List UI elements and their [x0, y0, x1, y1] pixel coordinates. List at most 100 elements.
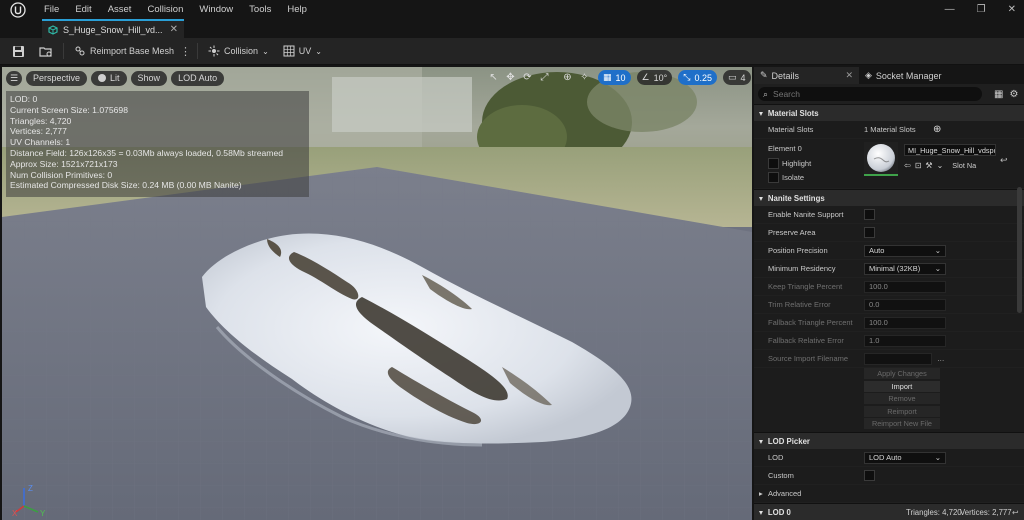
viewport-menu-button[interactable]: ☰ — [6, 70, 22, 86]
lod-dropdown[interactable]: LOD Auto ⌄ — [864, 451, 946, 464]
fallback-error-row: Fallback Relative Error 1.0 — [754, 332, 1024, 350]
menu-edit[interactable]: Edit — [75, 4, 91, 15]
surface-snap-icon[interactable]: ✧ — [577, 70, 592, 85]
chevron-down-icon: ▾ — [759, 507, 763, 517]
section-material-slots-label: Material Slots — [767, 108, 819, 118]
save-button[interactable] — [8, 38, 29, 65]
close-tab-icon[interactable]: ✕ — [170, 24, 178, 35]
material-slots-count: 1 Material Slots — [864, 125, 916, 134]
reset-icon[interactable]: ↩ — [1012, 508, 1019, 517]
apply-changes-button[interactable]: Apply Changes — [864, 368, 940, 379]
trim-error-field[interactable]: 0.0 — [864, 298, 946, 311]
reimport-base-mesh-button[interactable]: Reimport Base Mesh — [70, 38, 178, 65]
use-selected-icon[interactable]: ⇦ — [904, 161, 911, 170]
mesh-viewport[interactable]: ☰ Perspective Lit Show LOD Auto ↖ ✥ ⟳ ⤢ … — [2, 67, 752, 520]
reimport-button[interactable]: Reimport — [864, 405, 940, 417]
chevron-down-icon: ▾ — [759, 436, 763, 446]
details-scrollbar[interactable] — [1017, 187, 1022, 313]
more-options-icon[interactable]: ⋮ — [180, 45, 191, 58]
tab-static-mesh[interactable]: S_Huge_Snow_Hill_vd... ✕ — [42, 19, 184, 38]
menu-help[interactable]: Help — [287, 4, 307, 15]
scale-icon[interactable]: ⤢ — [537, 70, 552, 85]
tab-socket-manager[interactable]: ◈ Socket Manager — [859, 67, 947, 84]
grid-snap-toggle[interactable]: ▦ 10 — [598, 70, 631, 85]
keep-triangle-label: Keep Triangle Percent — [768, 282, 843, 291]
unreal-logo-icon[interactable] — [6, 0, 30, 19]
perspective-button[interactable]: Perspective — [26, 70, 88, 86]
slot-name-field[interactable]: Slot Na — [952, 161, 976, 170]
search-input[interactable] — [773, 89, 964, 99]
minimize-icon[interactable]: — — [945, 4, 955, 15]
section-nanite-settings[interactable]: ▾ Nanite Settings — [754, 189, 1024, 206]
browse-asset-button[interactable] — [35, 38, 57, 65]
close-window-icon[interactable]: ✕ — [1008, 4, 1016, 15]
restore-icon[interactable]: ❐ — [977, 4, 986, 15]
camera-icon: ▭ — [727, 72, 737, 82]
reset-to-default-icon[interactable]: ↩ — [1000, 155, 1008, 166]
angle-snap-icon: ∠ — [641, 72, 650, 82]
show-button[interactable]: Show — [130, 70, 168, 86]
enable-nanite-row: Enable Nanite Support — [754, 206, 1024, 224]
collision-dropdown[interactable]: Collision ⌄ — [204, 38, 273, 65]
section-lod-picker[interactable]: ▾ LOD Picker — [754, 432, 1024, 449]
fallback-error-field[interactable]: 1.0 — [864, 334, 946, 347]
isolate-label: Isolate — [782, 173, 805, 182]
lod-button[interactable]: LOD Auto — [171, 70, 225, 86]
material-asset-picker[interactable]: MI_Huge_Snow_Hill_vdspda — [904, 144, 996, 156]
keep-triangle-field[interactable]: 100.0 — [864, 280, 946, 293]
lit-label: Lit — [110, 73, 120, 83]
reimport-new-file-button[interactable]: Reimport New File — [864, 418, 940, 429]
menu-tools[interactable]: Tools — [249, 4, 271, 15]
fallback-triangle-field[interactable]: 100.0 — [864, 316, 946, 329]
browse-ellipsis-icon[interactable]: … — [937, 354, 945, 363]
section-material-slots[interactable]: ▾ Material Slots — [754, 104, 1024, 121]
preserve-area-checkbox[interactable] — [864, 227, 875, 238]
lit-button[interactable]: Lit — [91, 70, 127, 86]
add-slot-icon[interactable]: ⊕ — [933, 124, 941, 135]
apply-changes-row: Apply Changes — [754, 368, 1024, 381]
menu-window[interactable]: Window — [199, 4, 233, 15]
highlight-checkbox[interactable] — [768, 158, 779, 169]
enable-nanite-checkbox[interactable] — [864, 209, 875, 220]
material-slots-label: Material Slots — [768, 125, 814, 134]
section-nanite-label: Nanite Settings — [767, 193, 825, 203]
collision-icon — [208, 45, 220, 57]
advanced-row[interactable]: ▸ Advanced — [754, 485, 1024, 503]
menu-file[interactable]: File — [44, 4, 59, 15]
position-precision-value: Auto — [869, 246, 885, 255]
section-lod-picker-label: LOD Picker — [767, 436, 810, 446]
chevron-down-icon: ▾ — [759, 193, 763, 203]
stat-screen-size: Current Screen Size: 1.075698 — [10, 104, 128, 115]
import-row: Import — [754, 380, 1024, 393]
section-lod0[interactable]: ▾ LOD 0 Triangles: 4,720 Vertices: 2,777… — [754, 503, 1024, 520]
angle-snap-toggle[interactable]: ∠ 10° — [636, 70, 673, 85]
isolate-checkbox[interactable] — [768, 172, 779, 183]
position-precision-dropdown[interactable]: Auto ⌄ — [864, 244, 946, 257]
collision-label: Collision — [224, 46, 259, 56]
rotate-icon[interactable]: ⟳ — [520, 70, 535, 85]
chevron-down-icon[interactable]: ⌄ — [937, 161, 944, 170]
remove-button[interactable]: Remove — [864, 393, 940, 404]
close-tab-icon[interactable]: ✕ — [845, 70, 853, 81]
uv-dropdown[interactable]: UV ⌄ — [279, 38, 326, 65]
select-icon[interactable]: ↖ — [486, 70, 501, 85]
source-import-field[interactable] — [864, 352, 932, 365]
material-sphere-icon — [867, 144, 895, 172]
import-button[interactable]: Import — [864, 380, 940, 392]
tab-details[interactable]: ✎ Details ✕ — [754, 67, 859, 84]
toolbar-divider — [197, 43, 199, 59]
menu-collision[interactable]: Collision — [147, 4, 183, 15]
remove-row: Remove — [754, 393, 1024, 406]
material-options-icon[interactable]: ⚒ — [925, 161, 932, 170]
settings-gear-icon[interactable]: ⚙ — [1009, 89, 1018, 100]
scale-snap-toggle[interactable]: ⤡ 0.25 — [678, 70, 717, 85]
browse-icon[interactable]: ⊡ — [915, 161, 922, 170]
property-matrix-icon[interactable]: ▦ — [994, 89, 1003, 100]
custom-checkbox[interactable] — [864, 470, 875, 481]
camera-speed-button[interactable]: ▭ 4 — [722, 70, 751, 85]
translate-icon[interactable]: ✥ — [503, 70, 518, 85]
material-thumbnail[interactable] — [864, 142, 898, 176]
world-space-icon[interactable]: ⊕ — [560, 70, 575, 85]
min-residency-dropdown[interactable]: Minimal (32KB) ⌄ — [864, 262, 946, 275]
menu-asset[interactable]: Asset — [108, 4, 132, 15]
